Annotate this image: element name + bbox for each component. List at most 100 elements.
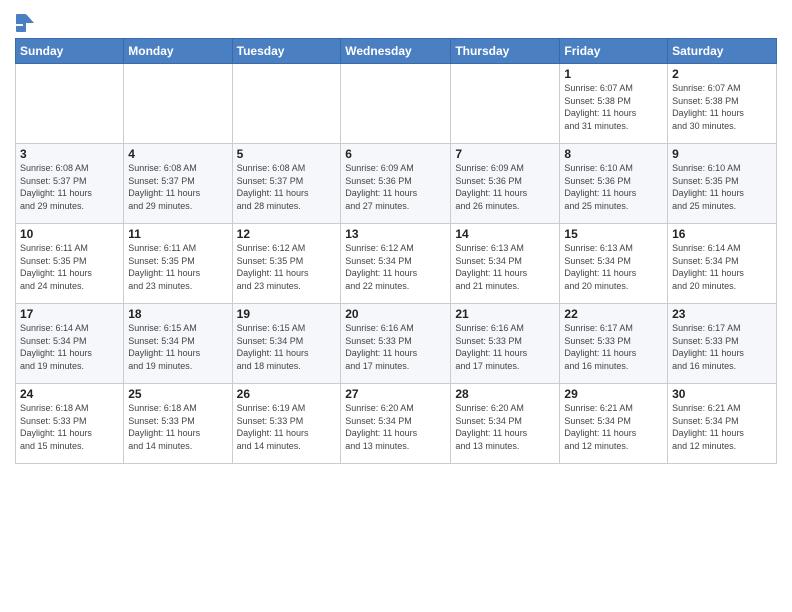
day-number: 24 bbox=[20, 387, 119, 401]
day-number: 16 bbox=[672, 227, 772, 241]
day-number: 25 bbox=[128, 387, 227, 401]
weekday-header-saturday: Saturday bbox=[668, 39, 777, 64]
calendar-cell: 7Sunrise: 6:09 AM Sunset: 5:36 PM Daylig… bbox=[451, 144, 560, 224]
weekday-header-sunday: Sunday bbox=[16, 39, 124, 64]
day-info: Sunrise: 6:20 AM Sunset: 5:34 PM Dayligh… bbox=[345, 402, 446, 452]
calendar-cell: 26Sunrise: 6:19 AM Sunset: 5:33 PM Dayli… bbox=[232, 384, 341, 464]
day-info: Sunrise: 6:07 AM Sunset: 5:38 PM Dayligh… bbox=[564, 82, 663, 132]
header bbox=[15, 10, 777, 32]
calendar-cell: 2Sunrise: 6:07 AM Sunset: 5:38 PM Daylig… bbox=[668, 64, 777, 144]
day-number: 8 bbox=[564, 147, 663, 161]
calendar-cell: 4Sunrise: 6:08 AM Sunset: 5:37 PM Daylig… bbox=[124, 144, 232, 224]
day-number: 19 bbox=[237, 307, 337, 321]
calendar-cell: 30Sunrise: 6:21 AM Sunset: 5:34 PM Dayli… bbox=[668, 384, 777, 464]
calendar-cell: 11Sunrise: 6:11 AM Sunset: 5:35 PM Dayli… bbox=[124, 224, 232, 304]
calendar-cell: 21Sunrise: 6:16 AM Sunset: 5:33 PM Dayli… bbox=[451, 304, 560, 384]
calendar-cell: 27Sunrise: 6:20 AM Sunset: 5:34 PM Dayli… bbox=[341, 384, 451, 464]
day-number: 10 bbox=[20, 227, 119, 241]
calendar-cell: 16Sunrise: 6:14 AM Sunset: 5:34 PM Dayli… bbox=[668, 224, 777, 304]
logo-icon bbox=[16, 14, 34, 32]
day-number: 17 bbox=[20, 307, 119, 321]
day-info: Sunrise: 6:21 AM Sunset: 5:34 PM Dayligh… bbox=[672, 402, 772, 452]
day-number: 22 bbox=[564, 307, 663, 321]
calendar-cell: 6Sunrise: 6:09 AM Sunset: 5:36 PM Daylig… bbox=[341, 144, 451, 224]
calendar-cell bbox=[341, 64, 451, 144]
day-number: 3 bbox=[20, 147, 119, 161]
calendar-cell: 5Sunrise: 6:08 AM Sunset: 5:37 PM Daylig… bbox=[232, 144, 341, 224]
day-number: 29 bbox=[564, 387, 663, 401]
calendar-cell: 29Sunrise: 6:21 AM Sunset: 5:34 PM Dayli… bbox=[560, 384, 668, 464]
day-info: Sunrise: 6:13 AM Sunset: 5:34 PM Dayligh… bbox=[455, 242, 555, 292]
calendar-cell: 18Sunrise: 6:15 AM Sunset: 5:34 PM Dayli… bbox=[124, 304, 232, 384]
day-number: 26 bbox=[237, 387, 337, 401]
day-number: 30 bbox=[672, 387, 772, 401]
weekday-header-thursday: Thursday bbox=[451, 39, 560, 64]
calendar-week-3: 10Sunrise: 6:11 AM Sunset: 5:35 PM Dayli… bbox=[16, 224, 777, 304]
calendar-cell bbox=[124, 64, 232, 144]
calendar-cell: 13Sunrise: 6:12 AM Sunset: 5:34 PM Dayli… bbox=[341, 224, 451, 304]
day-info: Sunrise: 6:14 AM Sunset: 5:34 PM Dayligh… bbox=[672, 242, 772, 292]
day-info: Sunrise: 6:15 AM Sunset: 5:34 PM Dayligh… bbox=[128, 322, 227, 372]
day-number: 2 bbox=[672, 67, 772, 81]
day-info: Sunrise: 6:08 AM Sunset: 5:37 PM Dayligh… bbox=[128, 162, 227, 212]
day-info: Sunrise: 6:12 AM Sunset: 5:35 PM Dayligh… bbox=[237, 242, 337, 292]
day-info: Sunrise: 6:13 AM Sunset: 5:34 PM Dayligh… bbox=[564, 242, 663, 292]
logo bbox=[15, 14, 36, 32]
calendar-week-5: 24Sunrise: 6:18 AM Sunset: 5:33 PM Dayli… bbox=[16, 384, 777, 464]
page: SundayMondayTuesdayWednesdayThursdayFrid… bbox=[0, 0, 792, 474]
calendar-cell: 25Sunrise: 6:18 AM Sunset: 5:33 PM Dayli… bbox=[124, 384, 232, 464]
day-info: Sunrise: 6:17 AM Sunset: 5:33 PM Dayligh… bbox=[672, 322, 772, 372]
day-number: 5 bbox=[237, 147, 337, 161]
day-info: Sunrise: 6:11 AM Sunset: 5:35 PM Dayligh… bbox=[128, 242, 227, 292]
day-info: Sunrise: 6:14 AM Sunset: 5:34 PM Dayligh… bbox=[20, 322, 119, 372]
calendar-table: SundayMondayTuesdayWednesdayThursdayFrid… bbox=[15, 38, 777, 464]
calendar-cell: 14Sunrise: 6:13 AM Sunset: 5:34 PM Dayli… bbox=[451, 224, 560, 304]
day-info: Sunrise: 6:09 AM Sunset: 5:36 PM Dayligh… bbox=[345, 162, 446, 212]
calendar-cell: 17Sunrise: 6:14 AM Sunset: 5:34 PM Dayli… bbox=[16, 304, 124, 384]
day-number: 12 bbox=[237, 227, 337, 241]
day-number: 4 bbox=[128, 147, 227, 161]
day-number: 27 bbox=[345, 387, 446, 401]
day-info: Sunrise: 6:12 AM Sunset: 5:34 PM Dayligh… bbox=[345, 242, 446, 292]
calendar-cell: 8Sunrise: 6:10 AM Sunset: 5:36 PM Daylig… bbox=[560, 144, 668, 224]
calendar-cell: 10Sunrise: 6:11 AM Sunset: 5:35 PM Dayli… bbox=[16, 224, 124, 304]
calendar-cell bbox=[451, 64, 560, 144]
day-info: Sunrise: 6:18 AM Sunset: 5:33 PM Dayligh… bbox=[128, 402, 227, 452]
day-info: Sunrise: 6:16 AM Sunset: 5:33 PM Dayligh… bbox=[455, 322, 555, 372]
day-info: Sunrise: 6:20 AM Sunset: 5:34 PM Dayligh… bbox=[455, 402, 555, 452]
day-number: 20 bbox=[345, 307, 446, 321]
day-number: 13 bbox=[345, 227, 446, 241]
day-info: Sunrise: 6:09 AM Sunset: 5:36 PM Dayligh… bbox=[455, 162, 555, 212]
day-info: Sunrise: 6:07 AM Sunset: 5:38 PM Dayligh… bbox=[672, 82, 772, 132]
calendar-cell: 3Sunrise: 6:08 AM Sunset: 5:37 PM Daylig… bbox=[16, 144, 124, 224]
day-number: 15 bbox=[564, 227, 663, 241]
weekday-header-friday: Friday bbox=[560, 39, 668, 64]
calendar-cell: 1Sunrise: 6:07 AM Sunset: 5:38 PM Daylig… bbox=[560, 64, 668, 144]
day-info: Sunrise: 6:21 AM Sunset: 5:34 PM Dayligh… bbox=[564, 402, 663, 452]
day-info: Sunrise: 6:19 AM Sunset: 5:33 PM Dayligh… bbox=[237, 402, 337, 452]
calendar-week-1: 1Sunrise: 6:07 AM Sunset: 5:38 PM Daylig… bbox=[16, 64, 777, 144]
calendar-cell: 19Sunrise: 6:15 AM Sunset: 5:34 PM Dayli… bbox=[232, 304, 341, 384]
calendar-cell: 12Sunrise: 6:12 AM Sunset: 5:35 PM Dayli… bbox=[232, 224, 341, 304]
day-info: Sunrise: 6:10 AM Sunset: 5:35 PM Dayligh… bbox=[672, 162, 772, 212]
weekday-header-wednesday: Wednesday bbox=[341, 39, 451, 64]
day-number: 6 bbox=[345, 147, 446, 161]
day-number: 28 bbox=[455, 387, 555, 401]
day-info: Sunrise: 6:08 AM Sunset: 5:37 PM Dayligh… bbox=[20, 162, 119, 212]
day-info: Sunrise: 6:11 AM Sunset: 5:35 PM Dayligh… bbox=[20, 242, 119, 292]
calendar-week-2: 3Sunrise: 6:08 AM Sunset: 5:37 PM Daylig… bbox=[16, 144, 777, 224]
day-info: Sunrise: 6:18 AM Sunset: 5:33 PM Dayligh… bbox=[20, 402, 119, 452]
calendar-cell: 22Sunrise: 6:17 AM Sunset: 5:33 PM Dayli… bbox=[560, 304, 668, 384]
day-number: 18 bbox=[128, 307, 227, 321]
calendar-cell: 15Sunrise: 6:13 AM Sunset: 5:34 PM Dayli… bbox=[560, 224, 668, 304]
day-info: Sunrise: 6:17 AM Sunset: 5:33 PM Dayligh… bbox=[564, 322, 663, 372]
day-info: Sunrise: 6:08 AM Sunset: 5:37 PM Dayligh… bbox=[237, 162, 337, 212]
day-number: 11 bbox=[128, 227, 227, 241]
calendar-cell: 23Sunrise: 6:17 AM Sunset: 5:33 PM Dayli… bbox=[668, 304, 777, 384]
day-number: 1 bbox=[564, 67, 663, 81]
calendar-cell bbox=[16, 64, 124, 144]
calendar-week-4: 17Sunrise: 6:14 AM Sunset: 5:34 PM Dayli… bbox=[16, 304, 777, 384]
day-number: 21 bbox=[455, 307, 555, 321]
calendar-cell: 28Sunrise: 6:20 AM Sunset: 5:34 PM Dayli… bbox=[451, 384, 560, 464]
day-info: Sunrise: 6:15 AM Sunset: 5:34 PM Dayligh… bbox=[237, 322, 337, 372]
